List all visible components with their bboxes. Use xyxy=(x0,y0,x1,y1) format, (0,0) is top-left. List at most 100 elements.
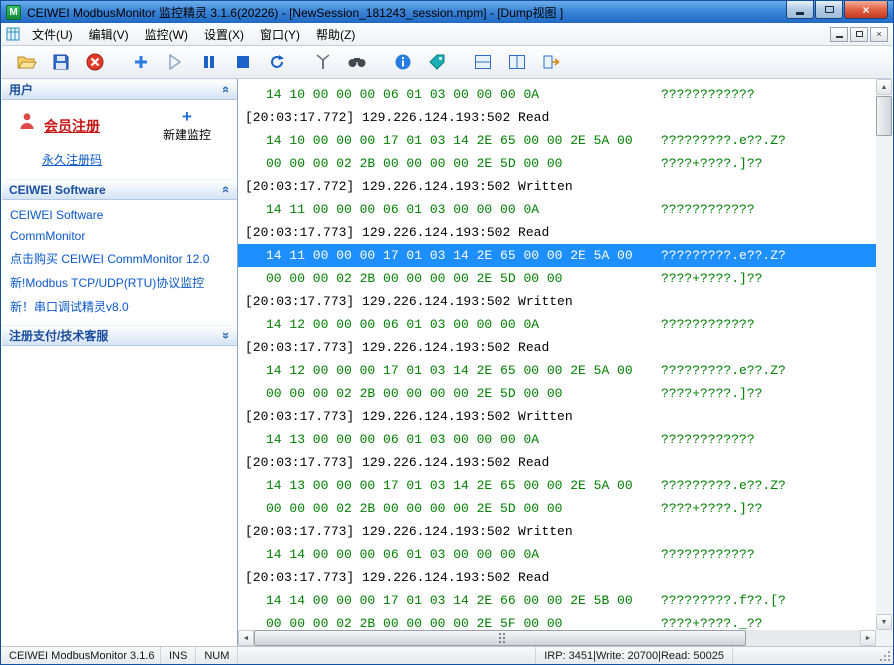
stop-icon xyxy=(237,56,249,68)
about-button[interactable] xyxy=(390,49,416,75)
hex-bytes: 14 14 00 00 00 17 01 03 14 2E 66 00 00 2… xyxy=(266,593,633,608)
collapse-icon[interactable]: « xyxy=(219,86,234,93)
sidebar-link[interactable]: 新!Modbus TCP/UDP(RTU)协议监控 xyxy=(10,274,231,291)
dump-line-hex[interactable]: 00 00 00 02 2B 00 00 00 00 2E 5D 00 00??… xyxy=(238,382,876,405)
dump-line-timestamp[interactable]: [20:03:17.773] 129.226.124.193:502 Read xyxy=(238,221,876,244)
antenna-icon xyxy=(316,54,330,69)
dump-line-timestamp[interactable]: [20:03:17.773] 129.226.124.193:502 Writt… xyxy=(238,405,876,428)
vertical-scroll-thumb[interactable] xyxy=(876,96,892,136)
scroll-up-arrow[interactable]: ▲ xyxy=(876,79,892,95)
open-button[interactable] xyxy=(14,49,40,75)
sidebar-link[interactable]: CommMonitor xyxy=(10,229,231,243)
timestamp-text: [20:03:17.773] 129.226.124.193:502 Read xyxy=(245,225,550,240)
resize-grip[interactable] xyxy=(888,659,890,661)
minimize-button[interactable] xyxy=(786,1,814,19)
menu-item[interactable]: 监控(W) xyxy=(137,23,196,46)
dump-line-hex[interactable]: 14 14 00 00 00 17 01 03 14 2E 66 00 00 2… xyxy=(238,589,876,612)
vertical-scrollbar[interactable]: ▲ ▼ xyxy=(876,79,892,630)
dump-line-hex[interactable]: 14 12 00 00 00 06 01 03 00 00 00 0A?????… xyxy=(238,313,876,336)
tag-button[interactable] xyxy=(424,49,450,75)
dump-line-timestamp[interactable]: [20:03:17.773] 129.226.124.193:502 Read xyxy=(238,336,876,359)
mdi-restore-button[interactable] xyxy=(850,26,868,42)
menu-item[interactable]: 设置(X) xyxy=(196,23,252,46)
dump-line-hex[interactable]: 14 12 00 00 00 17 01 03 14 2E 65 00 00 2… xyxy=(238,359,876,382)
status-num: NUM xyxy=(196,647,239,664)
exit-button[interactable] xyxy=(538,49,564,75)
section-title-user: 用户 xyxy=(9,83,34,97)
split-horizontal-button[interactable] xyxy=(470,49,496,75)
horizontal-scrollbar[interactable]: ◄ ► xyxy=(238,630,876,646)
timestamp-text: [20:03:17.772] 129.226.124.193:502 Writt… xyxy=(245,179,573,194)
menu-item[interactable]: 帮助(Z) xyxy=(308,23,363,46)
dump-line-timestamp[interactable]: [20:03:17.773] 129.226.124.193:502 Read xyxy=(238,566,876,589)
hex-bytes: 14 14 00 00 00 06 01 03 00 00 00 0A xyxy=(266,547,540,562)
status-ins: INS xyxy=(161,647,197,664)
ascii-text: ????+????._?? xyxy=(661,616,763,630)
sidebar-link[interactable]: CEIWEI Software xyxy=(10,208,231,222)
maximize-button[interactable] xyxy=(815,1,843,19)
user-section-body: 会员注册 + 新建监控 永久注册码 xyxy=(2,100,237,179)
status-spacer xyxy=(238,647,535,664)
member-register-link[interactable]: 会员注册 xyxy=(44,116,100,136)
cancel-button[interactable] xyxy=(82,49,108,75)
menu-item[interactable]: 文件(U) xyxy=(24,23,81,46)
permanent-code-link[interactable]: 永久注册码 xyxy=(42,151,102,168)
hex-bytes: 14 13 00 00 00 17 01 03 14 2E 65 00 00 2… xyxy=(266,478,633,493)
scroll-down-arrow[interactable]: ▼ xyxy=(876,614,892,630)
dump-line-hex[interactable]: 00 00 00 02 2B 00 00 00 00 2E 5D 00 00??… xyxy=(238,267,876,290)
dump-line-hex[interactable]: 00 00 00 02 2B 00 00 00 00 2E 5D 00 00??… xyxy=(238,152,876,175)
sidebar-link[interactable]: 新！串口调试精灵v8.0 xyxy=(10,298,231,315)
expand-icon[interactable]: » xyxy=(219,332,234,339)
find-button[interactable] xyxy=(344,49,370,75)
horizontal-scroll-thumb[interactable] xyxy=(254,630,746,646)
pause-button[interactable] xyxy=(196,49,222,75)
maximize-icon xyxy=(824,6,834,13)
toolbar xyxy=(2,46,892,79)
ascii-text: ???????????? xyxy=(661,432,755,447)
scroll-right-arrow[interactable]: ► xyxy=(860,630,876,646)
save-button[interactable] xyxy=(48,49,74,75)
document-icon[interactable] xyxy=(6,27,20,41)
dump-line-timestamp[interactable]: [20:03:17.772] 129.226.124.193:502 Writt… xyxy=(238,175,876,198)
timestamp-text: [20:03:17.773] 129.226.124.193:502 Read xyxy=(245,570,550,585)
restart-button[interactable] xyxy=(264,49,290,75)
dump-line-hex[interactable]: 14 13 00 00 00 17 01 03 14 2E 65 00 00 2… xyxy=(238,474,876,497)
dump-line-hex[interactable]: 14 14 00 00 00 06 01 03 00 00 00 0A?????… xyxy=(238,543,876,566)
dump-line-timestamp[interactable]: [20:03:17.772] 129.226.124.193:502 Read xyxy=(238,106,876,129)
window-title: CEIWEI ModbusMonitor 监控精灵 3.1.6(20226) -… xyxy=(27,5,564,20)
mdi-close-button[interactable]: × xyxy=(870,26,888,42)
timestamp-text: [20:03:17.773] 129.226.124.193:502 Writt… xyxy=(245,524,573,539)
dump-area[interactable]: 14 10 00 00 00 06 01 03 00 00 00 0A?????… xyxy=(238,79,876,630)
dump-line-hex[interactable]: 14 11 00 00 00 17 01 03 14 2E 65 00 00 2… xyxy=(238,244,876,267)
close-button[interactable]: × xyxy=(844,1,888,19)
menu-item[interactable]: 窗口(Y) xyxy=(252,23,308,46)
transmit-button[interactable] xyxy=(310,49,336,75)
dump-line-hex[interactable]: 14 13 00 00 00 06 01 03 00 00 00 0A?????… xyxy=(238,428,876,451)
sidebar-section-user[interactable]: 用户 « xyxy=(2,79,237,100)
sidebar-section-software[interactable]: CEIWEI Software « xyxy=(2,179,237,200)
split-vertical-button[interactable] xyxy=(504,49,530,75)
dump-line-hex[interactable]: 00 00 00 02 2B 00 00 00 00 2E 5D 00 00??… xyxy=(238,497,876,520)
sidebar-link[interactable]: 点击购买 CEIWEI CommMonitor 12.0 xyxy=(10,250,231,267)
new-monitor-toolbar-button[interactable] xyxy=(128,49,154,75)
new-monitor-button[interactable]: + 新建监控 xyxy=(163,107,211,143)
dump-line-hex[interactable]: 00 00 00 02 2B 00 00 00 00 2E 5F 00 00??… xyxy=(238,612,876,630)
dump-line-hex[interactable]: 14 11 00 00 00 06 01 03 00 00 00 0A?????… xyxy=(238,198,876,221)
titlebar[interactable]: M CEIWEI ModbusMonitor 监控精灵 3.1.6(20226)… xyxy=(1,1,893,23)
stop-button[interactable] xyxy=(230,49,256,75)
ascii-text: ????+????.]?? xyxy=(661,386,763,401)
plus-icon: + xyxy=(182,107,192,126)
dump-line-hex[interactable]: 14 10 00 00 00 17 01 03 14 2E 65 00 00 2… xyxy=(238,129,876,152)
dump-line-hex[interactable]: 14 10 00 00 00 06 01 03 00 00 00 0A?????… xyxy=(238,83,876,106)
user-person-icon xyxy=(18,112,36,131)
dump-line-timestamp[interactable]: [20:03:17.773] 129.226.124.193:502 Writt… xyxy=(238,520,876,543)
start-button[interactable] xyxy=(162,49,188,75)
sidebar-section-support[interactable]: 注册支付/技术客服 » xyxy=(2,325,237,346)
dump-line-timestamp[interactable]: [20:03:17.773] 129.226.124.193:502 Read xyxy=(238,451,876,474)
menu-item[interactable]: 编辑(V) xyxy=(81,23,137,46)
collapse-icon[interactable]: « xyxy=(219,186,234,193)
dump-line-timestamp[interactable]: [20:03:17.773] 129.226.124.193:502 Writt… xyxy=(238,290,876,313)
grid-document-icon xyxy=(6,27,20,41)
mdi-minimize-button[interactable] xyxy=(830,26,848,42)
scroll-left-arrow[interactable]: ◄ xyxy=(238,630,254,646)
